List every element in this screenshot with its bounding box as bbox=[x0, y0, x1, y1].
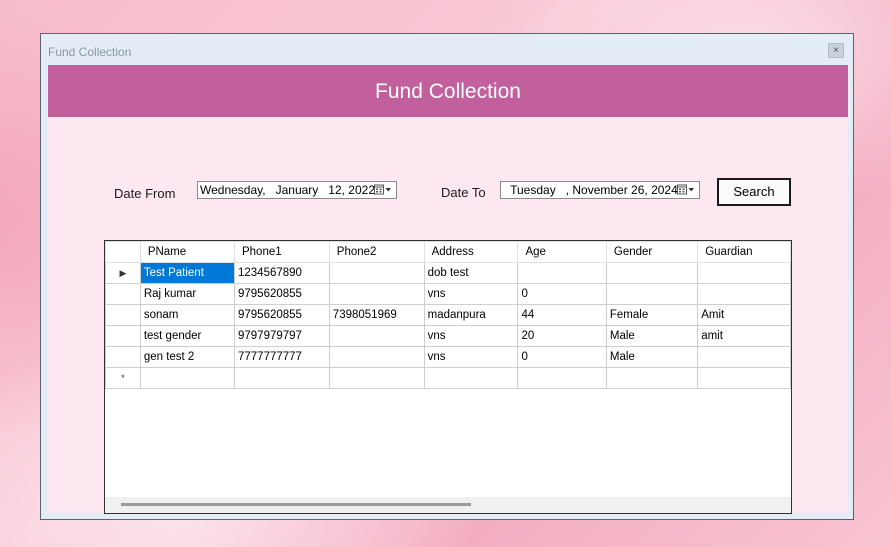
grid-cell[interactable] bbox=[328, 346, 425, 368]
column-header[interactable]: Address bbox=[423, 241, 519, 263]
grid-table: PName Phone1 Phone2 Address Age Gender G… bbox=[105, 241, 791, 389]
row-header[interactable]: ▶ bbox=[105, 262, 141, 284]
grid-cell[interactable] bbox=[517, 367, 607, 389]
grid-cell[interactable] bbox=[328, 325, 425, 347]
grid-cell[interactable]: 9795620855 bbox=[233, 283, 330, 305]
grid-cell[interactable] bbox=[517, 262, 607, 284]
column-header[interactable]: PName bbox=[139, 241, 235, 263]
window-title: Fund Collection bbox=[48, 45, 132, 59]
column-header[interactable]: Guardian bbox=[697, 241, 791, 263]
grid-cell[interactable]: Male bbox=[605, 325, 699, 347]
table-row[interactable]: ▶ Test Patient 1234567890 dob test bbox=[105, 262, 791, 284]
grid-cell[interactable]: vns bbox=[423, 346, 519, 368]
fund-collection-window: Fund Collection × Fund Collection Date F… bbox=[40, 33, 854, 520]
form-client-area: Fund Collection Date From Wednesday, Jan… bbox=[48, 65, 848, 514]
scrollbar-thumb[interactable] bbox=[121, 503, 471, 506]
grid-cell[interactable]: Amit bbox=[697, 304, 791, 326]
grid-cell[interactable] bbox=[605, 283, 699, 305]
grid-cell[interactable]: Male bbox=[605, 346, 699, 368]
grid-cell[interactable]: 9797979797 bbox=[233, 325, 330, 347]
grid-cell[interactable] bbox=[423, 367, 519, 389]
search-button[interactable]: Search bbox=[717, 178, 791, 206]
page-header: Fund Collection bbox=[48, 65, 848, 117]
grid-cell[interactable] bbox=[328, 367, 425, 389]
grid-cell[interactable]: vns bbox=[423, 325, 519, 347]
grid-cell[interactable]: Raj kumar bbox=[139, 283, 235, 305]
patients-data-grid[interactable]: PName Phone1 Phone2 Address Age Gender G… bbox=[104, 240, 792, 514]
grid-cell[interactable]: madanpura bbox=[423, 304, 519, 326]
date-from-picker[interactable]: Wednesday, January 12, 2022 bbox=[197, 181, 397, 199]
grid-cell[interactable] bbox=[697, 283, 791, 305]
grid-cell[interactable]: test gender bbox=[139, 325, 235, 347]
table-row[interactable]: test gender 9797979797 vns 20 Male amit bbox=[105, 325, 791, 347]
grid-cell[interactable]: Test Patient bbox=[139, 262, 235, 284]
grid-cell[interactable]: 1234567890 bbox=[233, 262, 330, 284]
grid-cell[interactable]: 7398051969 bbox=[328, 304, 425, 326]
column-header[interactable]: Phone1 bbox=[233, 241, 330, 263]
date-to-value: Tuesday , November 26, 2024 bbox=[507, 183, 678, 197]
grid-cell[interactable] bbox=[328, 283, 425, 305]
row-header[interactable] bbox=[105, 325, 141, 347]
grid-cell[interactable] bbox=[697, 346, 791, 368]
table-row[interactable]: sonam 9795620855 7398051969 madanpura 44 Fema… bbox=[105, 304, 791, 326]
grid-cell[interactable]: amit bbox=[697, 325, 791, 347]
date-to-picker[interactable]: Tuesday , November 26, 2024 bbox=[500, 181, 700, 199]
grid-cell[interactable]: 0 bbox=[517, 346, 607, 368]
column-header[interactable]: Age bbox=[517, 241, 607, 263]
date-to-label: Date To bbox=[441, 185, 486, 200]
grid-cell[interactable]: 44 bbox=[517, 304, 607, 326]
grid-cell[interactable] bbox=[697, 262, 791, 284]
row-header[interactable] bbox=[105, 346, 141, 368]
row-header-corner bbox=[105, 241, 141, 263]
grid-cell[interactable] bbox=[328, 262, 425, 284]
horizontal-scrollbar[interactable] bbox=[105, 497, 791, 513]
date-from-value: Wednesday, January 12, 2022 bbox=[200, 183, 376, 197]
grid-cell[interactable]: Female bbox=[605, 304, 699, 326]
grid-cell[interactable]: dob test bbox=[423, 262, 519, 284]
grid-header-row: PName Phone1 Phone2 Address Age Gender G… bbox=[105, 241, 791, 263]
column-header[interactable]: Gender bbox=[605, 241, 699, 263]
calendar-dropdown-icon[interactable] bbox=[677, 184, 695, 196]
grid-cell[interactable] bbox=[697, 367, 791, 389]
column-header[interactable]: Phone2 bbox=[328, 241, 425, 263]
title-bar[interactable]: Fund Collection × bbox=[41, 34, 853, 64]
grid-cell[interactable]: gen test 2 bbox=[139, 346, 235, 368]
new-row[interactable]: * bbox=[105, 367, 791, 389]
grid-cell[interactable]: 20 bbox=[517, 325, 607, 347]
grid-cell[interactable] bbox=[139, 367, 235, 389]
grid-cell[interactable]: sonam bbox=[139, 304, 235, 326]
grid-cell[interactable] bbox=[605, 262, 699, 284]
grid-cell[interactable]: 9795620855 bbox=[233, 304, 330, 326]
date-from-label: Date From bbox=[114, 186, 176, 201]
row-header[interactable]: * bbox=[105, 367, 141, 389]
table-row[interactable]: gen test 2 7777777777 vns 0 Male bbox=[105, 346, 791, 368]
row-header[interactable] bbox=[105, 283, 141, 305]
grid-cell[interactable]: 7777777777 bbox=[233, 346, 330, 368]
grid-cell[interactable] bbox=[233, 367, 330, 389]
close-button[interactable]: × bbox=[828, 43, 844, 58]
grid-cell[interactable] bbox=[605, 367, 699, 389]
calendar-dropdown-icon[interactable] bbox=[374, 184, 392, 196]
grid-cell[interactable]: vns bbox=[423, 283, 519, 305]
grid-cell[interactable]: 0 bbox=[517, 283, 607, 305]
table-row[interactable]: Raj kumar 9795620855 vns 0 bbox=[105, 283, 791, 305]
row-header[interactable] bbox=[105, 304, 141, 326]
